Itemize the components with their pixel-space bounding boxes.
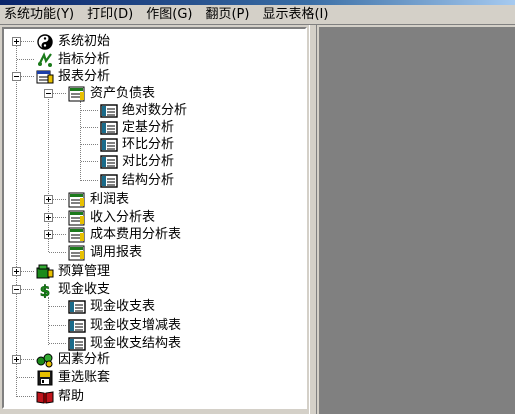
- panel-splitter[interactable]: [309, 25, 317, 414]
- report-sheet-icon: [68, 227, 86, 243]
- tree-label: 成本费用分析表: [90, 227, 182, 242]
- tree-node-income-statement[interactable]: 利润表: [68, 191, 129, 208]
- tree-label: 现金收支表: [90, 299, 156, 314]
- tree-node-factor-analysis[interactable]: 因素分析: [36, 351, 110, 368]
- tree-node-revenue-analysis[interactable]: 收入分析表: [68, 209, 155, 226]
- expand-revenue-analysis[interactable]: [44, 213, 53, 222]
- collapse-balance-sheet[interactable]: [44, 89, 53, 98]
- table-icon: [100, 173, 118, 189]
- tree-label: 帮助: [58, 389, 85, 404]
- tree-label: 对比分析: [122, 154, 175, 169]
- tree-node-sequential-analysis[interactable]: 环比分析: [100, 136, 174, 153]
- menu-show-table[interactable]: 显示表格(I): [258, 6, 337, 24]
- tree-node-budget-management[interactable]: 预算管理: [36, 263, 110, 280]
- report-sheet-icon: [68, 245, 86, 261]
- dollar-icon: $: [36, 282, 54, 298]
- table-icon: [100, 154, 118, 170]
- tree-label: 系统初始: [58, 34, 111, 49]
- menu-bar: 系统功能(Y) 打印(D) 作图(G) 翻页(P) 显示表格(I): [0, 5, 515, 25]
- tree-node-balance-sheet[interactable]: 资产负债表: [68, 85, 155, 102]
- collapse-report-analysis[interactable]: [12, 72, 21, 81]
- tree-label: 因素分析: [58, 352, 111, 367]
- tree-label: 定基分析: [122, 120, 175, 135]
- svg-text:$: $: [40, 282, 50, 298]
- tree-node-indicator-analysis[interactable]: 指标分析: [36, 51, 110, 68]
- tree-node-help[interactable]: 帮助: [36, 388, 84, 405]
- table-icon: [100, 120, 118, 136]
- expand-cost-analysis[interactable]: [44, 230, 53, 239]
- tree-node-cash-flow-structure[interactable]: 现金收支结构表: [68, 335, 181, 352]
- menu-chart[interactable]: 作图(G): [142, 6, 201, 24]
- collapse-cash-flow[interactable]: [12, 285, 21, 294]
- yin-yang-icon: [36, 33, 54, 50]
- tree-node-structure-analysis[interactable]: 结构分析: [100, 172, 174, 189]
- help-book-icon: [36, 389, 54, 405]
- tree-node-report-analysis[interactable]: 报表分析: [36, 68, 110, 85]
- report-sheet-icon: [68, 192, 86, 208]
- navigation-tree: 系统初始 指标分析 报表分析 资产负债表 绝对数分析 定基分析 环比分析 对比分…: [2, 27, 307, 409]
- report-sheet-icon: [68, 210, 86, 226]
- tree-line: [48, 297, 49, 345]
- tree-label: 调用报表: [90, 245, 143, 260]
- expand-budget-management[interactable]: [12, 267, 21, 276]
- tree-node-call-report[interactable]: 调用报表: [68, 244, 142, 261]
- tree-label: 现金收支: [58, 282, 111, 297]
- save-disk-icon: [36, 370, 54, 386]
- tree-line: [16, 45, 17, 397]
- tree-label: 收入分析表: [90, 210, 156, 225]
- table-icon: [100, 103, 118, 119]
- menu-page[interactable]: 翻页(P): [201, 6, 258, 24]
- table-icon: [68, 336, 86, 352]
- tree-label: 现金收支增减表: [90, 318, 182, 333]
- tree-label: 指标分析: [58, 52, 111, 67]
- report-sheet-icon: [68, 86, 86, 102]
- budget-icon: [36, 264, 54, 280]
- table-icon: [100, 137, 118, 153]
- tree-node-system-init[interactable]: 系统初始: [36, 33, 110, 50]
- tree-label: 资产负债表: [90, 86, 156, 101]
- tree-label: 结构分析: [122, 173, 175, 188]
- factor-icon: [36, 352, 54, 368]
- tree-label: 环比分析: [122, 137, 175, 152]
- tree-line: [80, 101, 81, 181]
- tree-label: 利润表: [90, 192, 130, 207]
- tree-label: 现金收支结构表: [90, 336, 182, 351]
- main-content-area: [319, 27, 515, 414]
- menu-print[interactable]: 打印(D): [83, 6, 142, 24]
- tree-node-cash-flow[interactable]: $ 现金收支: [36, 281, 110, 298]
- expand-factor-analysis[interactable]: [12, 355, 21, 364]
- tree-label: 预算管理: [58, 264, 111, 279]
- table-icon: [68, 318, 86, 334]
- table-icon: [68, 299, 86, 315]
- indicator-icon: [36, 51, 54, 68]
- tree-line: [48, 97, 49, 252]
- tree-node-absolute-analysis[interactable]: 绝对数分析: [100, 102, 187, 119]
- tree-node-cash-flow-table[interactable]: 现金收支表: [68, 298, 155, 315]
- expand-system-init[interactable]: [12, 37, 21, 46]
- tree-label: 重选账套: [58, 370, 111, 385]
- expand-income-statement[interactable]: [44, 195, 53, 204]
- tree-label: 报表分析: [58, 69, 111, 84]
- tree-node-comparison-analysis[interactable]: 对比分析: [100, 153, 174, 170]
- tree-node-reselect-ledger[interactable]: 重选账套: [36, 369, 110, 386]
- menu-system[interactable]: 系统功能(Y): [0, 6, 83, 24]
- tree-node-cash-flow-change[interactable]: 现金收支增减表: [68, 317, 181, 334]
- tree-node-cost-analysis[interactable]: 成本费用分析表: [68, 226, 181, 243]
- report-folder-icon: [36, 69, 54, 85]
- tree-label: 绝对数分析: [122, 103, 188, 118]
- tree-node-base-analysis[interactable]: 定基分析: [100, 119, 174, 136]
